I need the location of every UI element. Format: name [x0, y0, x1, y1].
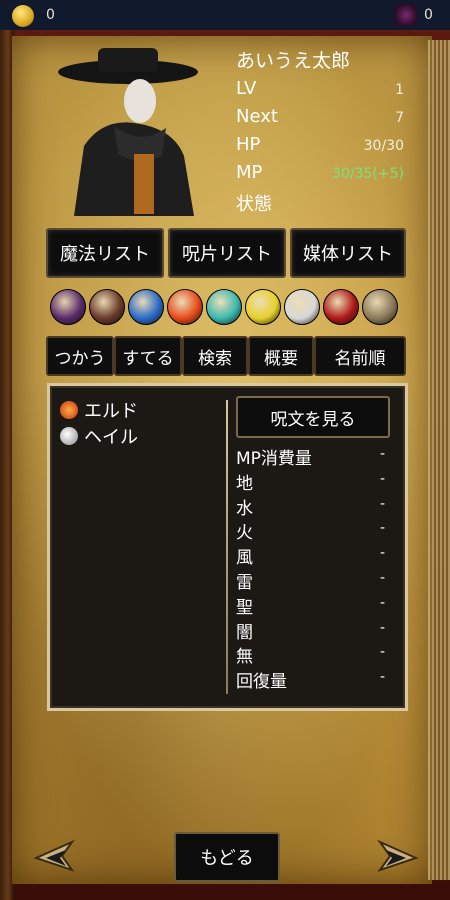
coin-count: 0: [46, 7, 55, 23]
lv-label: LV: [236, 78, 257, 99]
property-label: 水: [236, 498, 253, 519]
mp-value: 30/35(+5): [332, 166, 404, 182]
property-label: 火: [236, 523, 253, 544]
lv-value: 1: [395, 82, 404, 98]
property-label: 風: [236, 548, 253, 569]
property-label: 雷: [236, 573, 253, 593]
next-page-arrow-icon[interactable]: [372, 836, 420, 876]
property-value: -: [380, 619, 386, 636]
view-incantation-button[interactable]: 呪文を見る: [236, 396, 390, 438]
discard-button[interactable]: すてる: [114, 336, 182, 376]
tab-magic-list[interactable]: 魔法リスト: [46, 228, 164, 278]
property-value: -: [380, 644, 386, 661]
tab-medium-list[interactable]: 媒体リスト: [290, 228, 406, 278]
holy-orb-icon[interactable]: [284, 289, 320, 325]
spell-panel: エルド ヘイル 呪文を見る MP消費量 - 地 - 水 - 火 - 風 - 雷 - 聖 - 闇 - 無 - 回復量 -: [47, 383, 408, 711]
fire-icon[interactable]: [167, 289, 203, 325]
previous-page-arrow-icon[interactable]: [32, 836, 80, 876]
property-label: 地: [236, 473, 253, 494]
property-value: -: [380, 570, 386, 586]
use-button[interactable]: つかう: [46, 336, 114, 376]
property-value: -: [380, 520, 386, 537]
status-label: 状態: [236, 194, 272, 215]
property-value: -: [380, 545, 386, 562]
spell-name: ヘイル: [84, 427, 138, 448]
crystal-icon: [395, 4, 417, 26]
property-value: -: [380, 446, 386, 462]
property-label: 闇: [236, 622, 253, 643]
summary-button[interactable]: 概要: [248, 336, 314, 376]
search-button[interactable]: 検索: [182, 336, 248, 376]
sort-by-name-button[interactable]: 名前順: [314, 336, 406, 376]
tab-fragment-list[interactable]: 呪片リスト: [168, 228, 286, 278]
hp-label: HP: [236, 134, 261, 155]
top-bar: 0 0: [0, 0, 450, 32]
property-value: -: [380, 470, 386, 487]
panel-divider: [226, 400, 228, 694]
spell-item-eldo[interactable]: エルド: [60, 398, 138, 422]
page-edge: [428, 40, 450, 880]
gold-coin-icon: [12, 5, 34, 27]
property-label: 無: [236, 647, 253, 668]
dark-vortex-icon[interactable]: [50, 289, 86, 325]
blood-orb-icon[interactable]: [323, 289, 359, 325]
property-label: MP消費量: [236, 449, 312, 469]
spell-name: エルド: [84, 401, 138, 422]
back-button[interactable]: もどる: [174, 832, 280, 882]
next-value: 7: [395, 110, 404, 126]
holy-orb-icon: [60, 427, 78, 445]
property-value: -: [380, 495, 386, 512]
mp-label: MP: [236, 162, 263, 183]
property-label: 回復量: [236, 672, 287, 693]
property-value: -: [380, 669, 386, 686]
character-portrait: [58, 48, 198, 216]
wind-swirl-icon[interactable]: [206, 289, 242, 325]
character-name: あいうえ太郎: [236, 50, 351, 72]
null-slash-icon[interactable]: [362, 289, 398, 325]
fire-orb-icon: [60, 401, 78, 419]
spell-item-hail[interactable]: ヘイル: [60, 424, 138, 448]
next-label: Next: [236, 106, 278, 127]
property-label: 聖: [236, 597, 253, 618]
earth-orb-icon[interactable]: [89, 289, 125, 325]
crystal-count: 0: [424, 7, 433, 23]
property-value: -: [380, 594, 386, 611]
hp-value: 30/30: [363, 138, 404, 154]
water-drop-icon[interactable]: [128, 289, 164, 325]
lightning-icon[interactable]: [245, 289, 281, 325]
